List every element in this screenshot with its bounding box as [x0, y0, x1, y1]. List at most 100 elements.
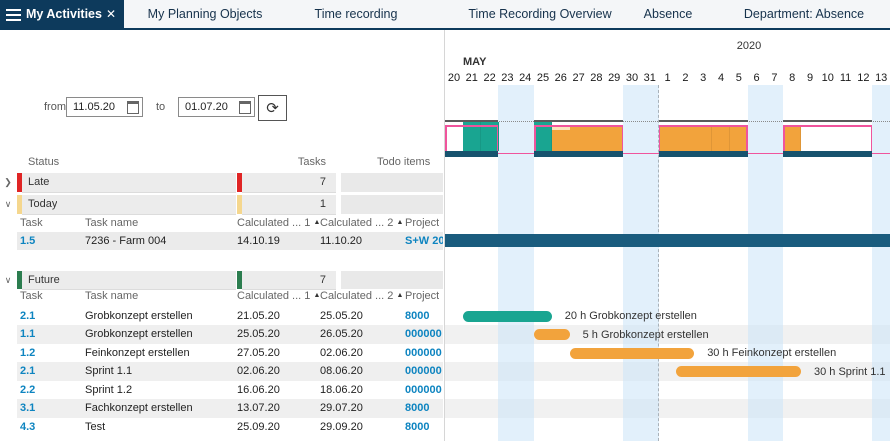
workday-strip: [445, 151, 498, 157]
collapse-chevron-icon[interactable]: ∨: [2, 275, 14, 286]
capacity-limit-drop: [871, 125, 873, 153]
gantt-month-label: MAY: [463, 56, 486, 68]
capacity-limit-line: [783, 125, 872, 127]
day-label: 9: [801, 72, 819, 84]
gantt-task-bar-current[interactable]: [445, 234, 890, 247]
task-number-link[interactable]: 1.1: [20, 328, 35, 340]
subheader-calc2[interactable]: Calculated ... 2 ▲: [320, 290, 403, 302]
project-link[interactable]: 000000: [405, 365, 443, 377]
weekend-column: [872, 85, 890, 441]
task-number-link[interactable]: 1.2: [20, 347, 35, 359]
capacity-limit-line: [445, 125, 498, 127]
subheader-calc1[interactable]: Calculated ... 1 ▲: [237, 217, 320, 229]
subheader-task-name: Task name: [85, 290, 138, 302]
gantt-task-bar[interactable]: [463, 311, 552, 322]
day-label: 30: [623, 72, 641, 84]
histogram-bar-planned: [587, 125, 605, 151]
task-name: Sprint 1.1: [85, 365, 233, 377]
tab-bar: My Activities ✕ My Planning Objects Time …: [0, 0, 890, 30]
task-number-link[interactable]: 2.1: [20, 365, 35, 377]
day-label: 3: [694, 72, 712, 84]
calendar-icon[interactable]: [239, 101, 251, 114]
task-number-link[interactable]: 3.1: [20, 402, 35, 414]
active-tab-label: My Activities: [26, 7, 102, 21]
day-label: 7: [765, 72, 783, 84]
sort-ascending-icon[interactable]: ▲: [396, 219, 403, 226]
group-row-future-todo-cell: [341, 271, 443, 289]
histogram-bar-planned: [659, 125, 677, 151]
task-number-link[interactable]: 2.2: [20, 384, 35, 396]
subheader-project: Project: [405, 290, 439, 302]
capacity-cap-line: [534, 120, 623, 122]
project-link[interactable]: 000000: [405, 328, 443, 340]
calendar-icon[interactable]: [127, 101, 139, 114]
calc-date-2: 26.05.20: [320, 328, 363, 340]
day-label: 26: [552, 72, 570, 84]
close-icon[interactable]: ✕: [106, 7, 116, 21]
calc-date-2: 29.09.20: [320, 421, 363, 433]
subheader-task-name: Task name: [85, 217, 138, 229]
to-label: to: [156, 101, 165, 113]
group-task-count: 7: [240, 176, 326, 188]
day-label: 12: [854, 72, 872, 84]
weekend-column: [623, 85, 641, 441]
sort-ascending-icon[interactable]: ▲: [396, 292, 403, 299]
status-marker: [17, 173, 22, 192]
subheader-project: Project: [405, 217, 439, 229]
day-label: 23: [498, 72, 516, 84]
to-date-value: 01.07.20: [185, 101, 235, 113]
project-link[interactable]: 000000: [405, 384, 443, 396]
calc-date-2: 08.06.20: [320, 365, 363, 377]
day-label: 5: [730, 72, 748, 84]
tab-department-absence[interactable]: Department: Absence: [744, 7, 864, 21]
weekend-column: [516, 85, 534, 441]
day-label: 1: [659, 72, 677, 84]
from-date-input[interactable]: 11.05.20: [66, 97, 143, 117]
histogram-bar-planned: [570, 125, 588, 151]
subheader-calc1[interactable]: Calculated ... 1 ▲: [237, 290, 320, 302]
group-row-late-bg[interactable]: [22, 173, 236, 193]
group-task-count: 1: [240, 198, 326, 210]
project-link[interactable]: 8000: [405, 421, 443, 433]
group-task-count: 7: [240, 274, 326, 286]
task-name: Sprint 1.2: [85, 384, 233, 396]
calc-date-1: 02.06.20: [237, 365, 280, 377]
capacity-cap-line: [659, 120, 748, 122]
project-link[interactable]: 8000: [405, 310, 443, 322]
project-link[interactable]: 8000: [405, 402, 443, 414]
day-label: 8: [783, 72, 801, 84]
gantt-task-bar[interactable]: [570, 348, 695, 359]
tab-my-planning-objects[interactable]: My Planning Objects: [148, 7, 263, 21]
calc-date-2: 18.06.20: [320, 384, 363, 396]
gantt-task-bar[interactable]: [676, 366, 801, 377]
task-number-link[interactable]: 2.1: [20, 310, 35, 322]
task-name: Test: [85, 421, 233, 433]
status-marker: [17, 271, 22, 289]
day-label: 10: [819, 72, 837, 84]
capacity-limit-drop: [746, 125, 748, 153]
workday-strip: [659, 151, 748, 157]
to-date-input[interactable]: 01.07.20: [178, 97, 255, 117]
tab-time-recording-overview[interactable]: Time Recording Overview: [468, 7, 611, 21]
calc-date-1: 25.05.20: [237, 328, 280, 340]
expand-chevron-icon[interactable]: ❯: [2, 177, 14, 188]
menu-icon[interactable]: [6, 9, 21, 21]
refresh-button[interactable]: ⟳: [258, 95, 287, 121]
gantt-task-bar[interactable]: [534, 329, 570, 340]
collapse-chevron-icon[interactable]: ∨: [2, 199, 14, 210]
day-label: 22: [481, 72, 499, 84]
group-row-today-todo-cell: [341, 195, 443, 214]
column-header-todo: Todo items: [377, 156, 430, 168]
task-number-link[interactable]: 1.5: [20, 235, 35, 247]
project-link[interactable]: 000000: [405, 347, 443, 359]
task-number-link[interactable]: 4.3: [20, 421, 35, 433]
project-link[interactable]: S+W 20X: [405, 235, 443, 247]
task-name: 7236 - Farm 004: [85, 235, 233, 247]
capacity-cap-line: [445, 120, 498, 122]
task-name: Feinkonzept erstellen: [85, 347, 233, 359]
tab-absence[interactable]: Absence: [644, 7, 693, 21]
tab-my-activities[interactable]: My Activities ✕: [0, 0, 124, 30]
subheader-calc2[interactable]: Calculated ... 2 ▲: [320, 217, 403, 229]
tab-time-recording[interactable]: Time recording: [315, 7, 398, 21]
gantt-chart: 2020 MAY 2021222324252627282930311234567…: [445, 30, 890, 441]
